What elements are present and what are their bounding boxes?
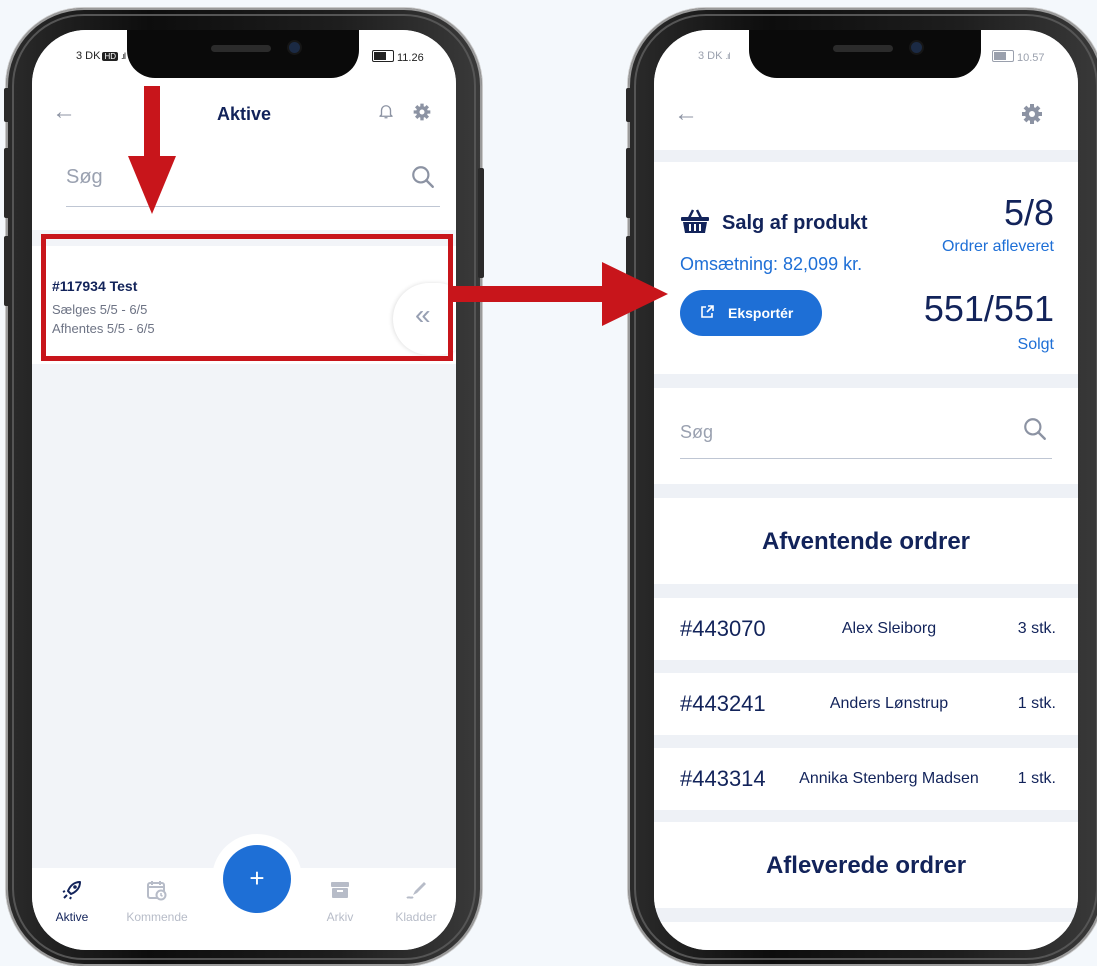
- order-row[interactable]: #443241 Anders Lønstrup 1 stk.: [654, 673, 1078, 735]
- right-phone-frame: 3 DK .ıl 10.57 ← Salg af produkt Omsætnin…: [626, 8, 1097, 966]
- delivered-header: Afleverede ordrer: [654, 822, 1078, 908]
- left-status-carrier: 3 DK HD .ıl: [76, 50, 126, 62]
- product-title: Salg af produkt: [722, 212, 868, 234]
- sold-label: Solgt: [1017, 336, 1054, 353]
- arrow-left-icon[interactable]: ←: [674, 100, 698, 128]
- delivered-label: Ordrer afleveret: [941, 238, 1054, 255]
- external-link-icon: [701, 305, 714, 318]
- search-placeholder: Søg: [680, 422, 714, 442]
- order-row-partial[interactable]: [654, 922, 1078, 950]
- basket-icon: [681, 209, 709, 233]
- archive-icon: [331, 882, 349, 898]
- arrow-down-annotation: [128, 86, 176, 214]
- left-screen: 3 DK HD .ıl 11.26 ← Aktive Søg #117934 Tes…: [32, 30, 456, 950]
- left-notch: [127, 30, 359, 78]
- search-field[interactable]: Søg: [680, 410, 1052, 459]
- right-status-carrier: 3 DK .ıl: [698, 50, 730, 62]
- revenue-text: Omsætning: 82,099 kr.: [680, 254, 863, 274]
- pending-header: Afventende ordrer: [654, 498, 1078, 584]
- battery-icon: [992, 50, 1014, 62]
- search-card: Søg: [654, 388, 1078, 484]
- search-icon[interactable]: [1022, 416, 1048, 442]
- search-placeholder: Søg: [66, 166, 103, 188]
- export-button[interactable]: Eksportér: [680, 290, 822, 336]
- order-row[interactable]: #443314 Annika Stenberg Madsen 1 stk.: [654, 748, 1078, 810]
- gear-icon[interactable]: [412, 102, 432, 122]
- calendar-clock-icon: [147, 881, 167, 901]
- gear-icon[interactable]: [1020, 102, 1044, 126]
- pen-icon: [406, 882, 426, 899]
- tab-kladder[interactable]: Kladder: [376, 878, 456, 924]
- add-button[interactable]: +: [223, 845, 291, 913]
- bell-icon[interactable]: [377, 102, 395, 120]
- pending-title: Afventende ordrer: [761, 528, 971, 555]
- left-status-battery: 11.26: [372, 50, 424, 64]
- tab-kommende[interactable]: Kommende: [117, 878, 197, 924]
- summary-card: Salg af produkt Omsætning: 82,099 kr. Ek…: [654, 162, 1078, 374]
- order-row[interactable]: #443070 Alex Sleiborg 3 stk.: [654, 598, 1078, 660]
- arrow-right-annotation: [452, 262, 668, 326]
- right-screen: 3 DK .ıl 10.57 ← Salg af produkt Omsætnin…: [654, 30, 1078, 950]
- right-status-battery: 10.57: [992, 50, 1045, 64]
- delivered-count: 5/8: [1003, 192, 1054, 233]
- rocket-icon: [62, 881, 81, 900]
- right-notch: [749, 30, 981, 78]
- tab-aktive[interactable]: Aktive: [32, 878, 112, 924]
- highlight-box: [41, 234, 453, 361]
- sold-count: 551/551: [923, 288, 1054, 329]
- left-phone-frame: 3 DK HD .ıl 11.26 ← Aktive Søg #117934 Tes…: [4, 8, 484, 966]
- search-icon[interactable]: [410, 164, 436, 190]
- search-field[interactable]: Søg: [66, 160, 440, 207]
- tab-arkiv[interactable]: Arkiv: [300, 878, 380, 924]
- battery-icon: [372, 50, 394, 62]
- delivered-title: Afleverede ordrer: [765, 852, 967, 879]
